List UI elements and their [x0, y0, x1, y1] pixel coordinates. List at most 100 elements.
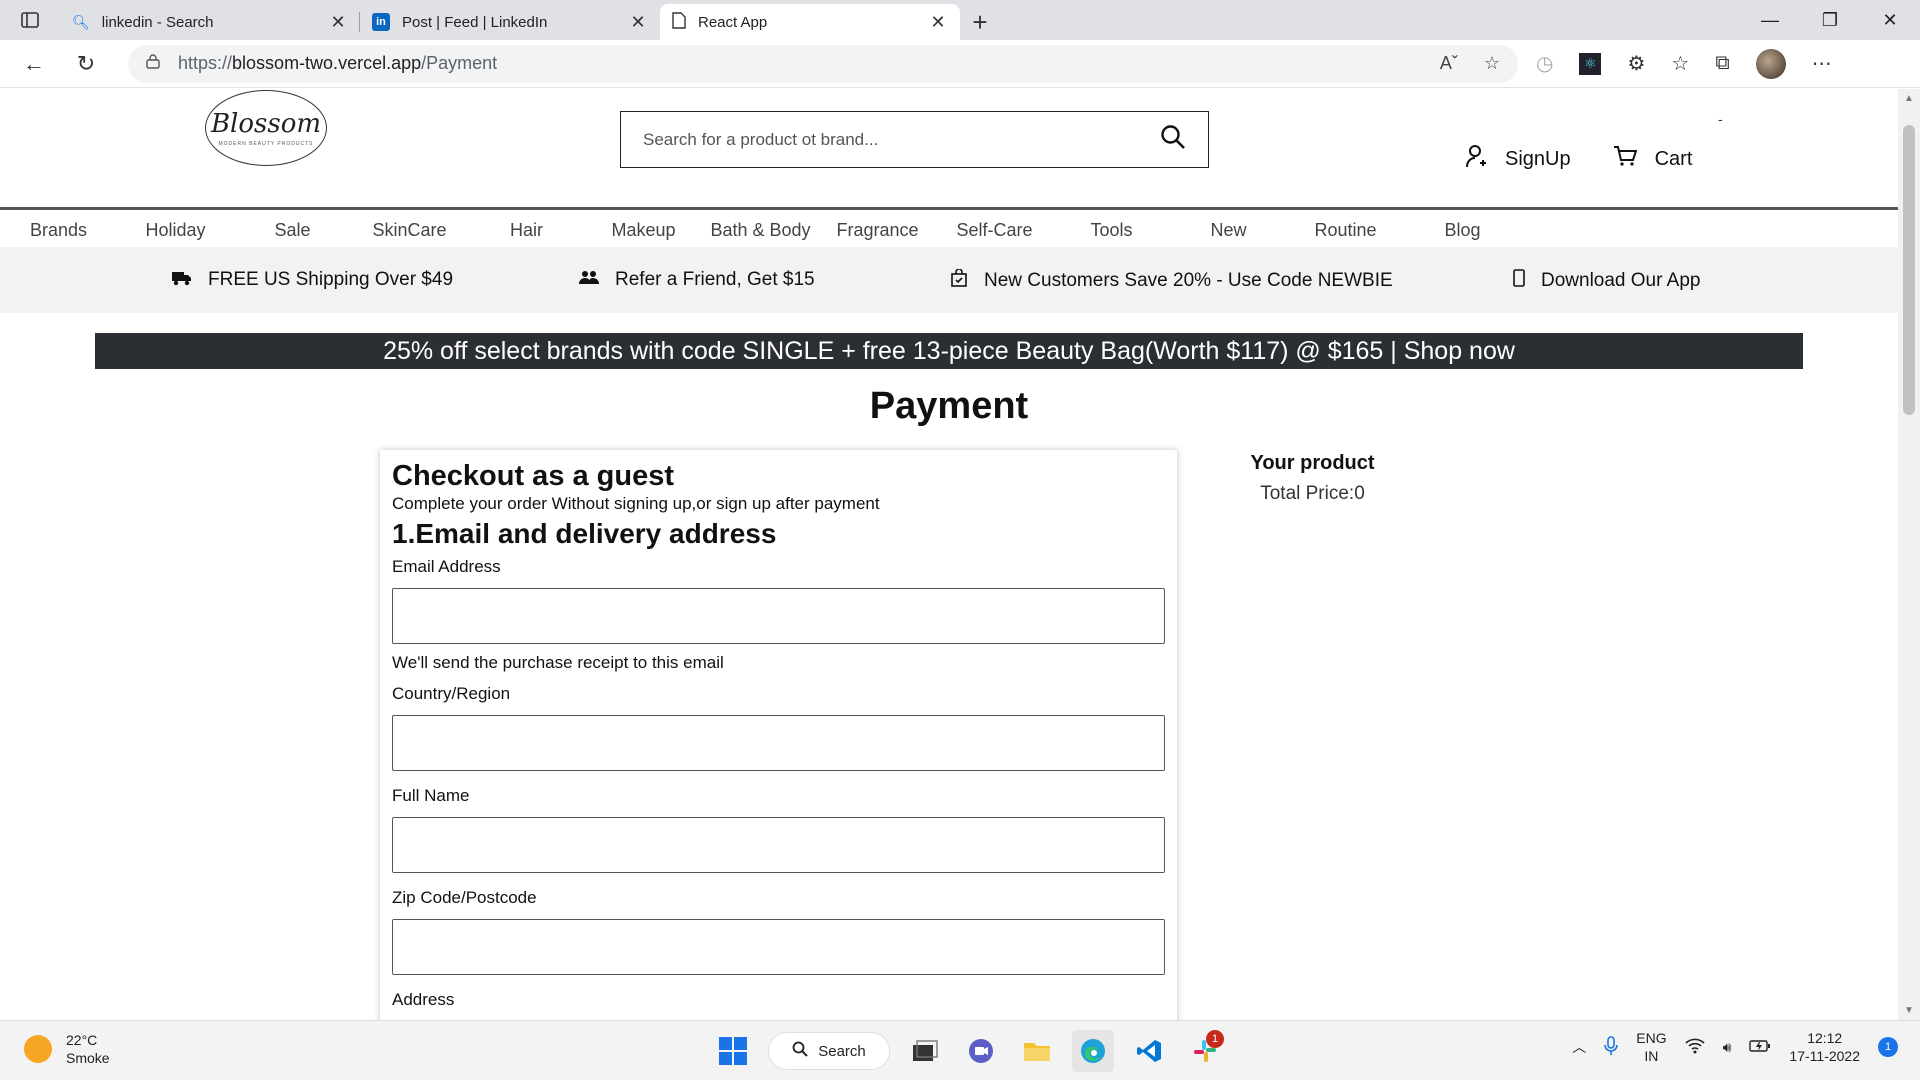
- tab-title: Post | Feed | LinkedIn: [402, 13, 548, 31]
- zip-field[interactable]: [392, 919, 1165, 975]
- back-icon[interactable]: ←: [8, 44, 60, 84]
- profile-avatar[interactable]: [1755, 48, 1786, 79]
- country-label: Country/Region: [392, 684, 511, 703]
- restore-icon[interactable]: ❐: [1800, 0, 1860, 40]
- task-view-icon[interactable]: [904, 1030, 946, 1072]
- nav-item-self-care[interactable]: Self-Care: [936, 220, 1053, 241]
- email-field[interactable]: [392, 588, 1165, 644]
- nav-item-skincare[interactable]: SkinCare: [351, 220, 468, 241]
- cart-icon: [1613, 145, 1637, 173]
- country-field[interactable]: [392, 715, 1165, 771]
- header-dash: -: [1718, 111, 1723, 127]
- full-name-label: Full Name: [392, 786, 470, 805]
- nav-item-bath-body[interactable]: Bath & Body: [702, 220, 819, 241]
- reload-icon[interactable]: ↻: [60, 44, 112, 84]
- taskbar-search[interactable]: Search: [768, 1032, 890, 1070]
- full-name-field[interactable]: [392, 817, 1165, 873]
- logo-text: Blossom: [210, 109, 322, 139]
- new-tab-button[interactable]: +: [960, 4, 1000, 40]
- system-tray: ︿ ENG IN 🔊︎ 12:12 17-11-2022 1: [1572, 1029, 1898, 1065]
- more-icon[interactable]: ⋯: [1812, 51, 1832, 76]
- page-scrollbar[interactable]: ▲ ▼: [1898, 89, 1920, 1020]
- nav-item-holiday[interactable]: Holiday: [117, 220, 234, 241]
- chevron-up-icon[interactable]: ︿: [1572, 1037, 1586, 1057]
- nav-item-routine[interactable]: Routine: [1287, 220, 1404, 241]
- extension-clock-icon[interactable]: ◷: [1536, 51, 1553, 76]
- total-price: Total Price:0: [1260, 483, 1365, 504]
- checkout-form: Checkout as a guest Complete your order …: [380, 450, 1177, 1020]
- perk-shipping[interactable]: FREE US Shipping Over $49: [172, 269, 453, 291]
- perk-new-customers[interactable]: New Customers Save 20% - Use Code NEWBIE: [950, 268, 1393, 292]
- close-icon[interactable]: ✕: [628, 12, 648, 33]
- language-code: ENG: [1636, 1030, 1667, 1046]
- email-label: Email Address: [392, 557, 501, 576]
- read-aloud-icon[interactable]: Aˇ: [1440, 53, 1458, 74]
- close-icon[interactable]: ✕: [328, 12, 348, 33]
- scroll-down-icon[interactable]: ▼: [1898, 1005, 1920, 1016]
- clock[interactable]: 12:12 17-11-2022: [1789, 1029, 1860, 1065]
- start-button[interactable]: [712, 1030, 754, 1072]
- signup-button[interactable]: SignUp: [1465, 144, 1571, 174]
- nav-item-makeup[interactable]: Makeup: [585, 220, 702, 241]
- perk-download-app[interactable]: Download Our App: [1513, 269, 1701, 292]
- file-explorer-icon[interactable]: [1016, 1030, 1058, 1072]
- address-bar: ← ↻ https://blossom-two.vercel.app/Payme…: [0, 40, 1920, 88]
- nav-item-tools[interactable]: Tools: [1053, 220, 1170, 241]
- windows-taskbar: 22°C Smoke Search 1 ︿ ENG IN 🔊︎ 12:12 17…: [0, 1020, 1920, 1080]
- scrollbar-thumb[interactable]: [1903, 125, 1915, 415]
- teams-chat-icon[interactable]: [960, 1030, 1002, 1072]
- edge-browser-icon[interactable]: [1072, 1030, 1114, 1072]
- nav-item-blog[interactable]: Blog: [1404, 220, 1521, 241]
- vscode-icon[interactable]: [1128, 1030, 1170, 1072]
- signup-label: SignUp: [1505, 147, 1571, 170]
- page-title: Payment: [869, 385, 1029, 427]
- perk-refer[interactable]: Refer a Friend, Get $15: [579, 269, 815, 291]
- minimize-icon[interactable]: —: [1740, 0, 1800, 40]
- summary-title: Your product: [1250, 452, 1375, 474]
- tab-linkedin-feed[interactable]: in Post | Feed | LinkedIn ✕: [360, 4, 660, 40]
- url-field[interactable]: https://blossom-two.vercel.app/Payment A…: [128, 44, 1518, 83]
- url-host: blossom-two.vercel.app: [232, 53, 422, 73]
- promo-banner[interactable]: 25% off select brands with code SINGLE +…: [95, 333, 1803, 369]
- slack-icon[interactable]: 1: [1184, 1030, 1226, 1072]
- collections-icon[interactable]: ⧉: [1715, 52, 1729, 75]
- temperature: 22°C: [66, 1032, 98, 1048]
- region-code: IN: [1644, 1048, 1659, 1064]
- close-window-icon[interactable]: ✕: [1860, 0, 1920, 40]
- cart-label: Cart: [1654, 147, 1693, 170]
- nav-item-fragrance[interactable]: Fragrance: [819, 220, 936, 241]
- weather-condition: Smoke: [66, 1050, 110, 1066]
- search-input[interactable]: [643, 129, 1160, 150]
- url-path: /Payment: [421, 53, 498, 73]
- wifi-icon[interactable]: [1685, 1038, 1705, 1057]
- date: 17-11-2022: [1789, 1048, 1860, 1064]
- site-header: Blossom MODERN BEAUTY PRODUCTS - SignUp …: [0, 89, 1898, 207]
- scroll-up-icon[interactable]: ▲: [1898, 93, 1920, 104]
- react-devtools-icon[interactable]: ⚛: [1579, 52, 1602, 75]
- linkedin-icon: in: [372, 13, 390, 31]
- nav-item-brands[interactable]: Brands: [0, 220, 117, 241]
- search-icon[interactable]: [1160, 124, 1186, 155]
- search-icon: 🔍︎: [72, 13, 90, 30]
- tab-linkedin-search[interactable]: 🔍︎ linkedin - Search ✕: [60, 4, 360, 40]
- notification-count[interactable]: 1: [1878, 1037, 1898, 1057]
- battery-icon[interactable]: [1749, 1039, 1771, 1056]
- checkout-title: Checkout as a guest: [392, 460, 675, 492]
- tab-actions-icon[interactable]: [0, 0, 60, 40]
- tab-title: linkedin - Search: [101, 13, 214, 31]
- extensions-icon[interactable]: ⚙: [1627, 51, 1645, 76]
- add-favorite-icon[interactable]: ☆: [1484, 53, 1500, 74]
- nav-item-new[interactable]: New: [1170, 220, 1287, 241]
- volume-icon[interactable]: 🔊︎: [1723, 1039, 1732, 1056]
- nav-item-sale[interactable]: Sale: [234, 220, 351, 241]
- cart-button[interactable]: Cart: [1613, 145, 1693, 173]
- perk-text: New Customers Save 20% - Use Code NEWBIE: [984, 269, 1393, 291]
- tab-react-app[interactable]: React App ✕: [660, 4, 960, 40]
- blossom-logo[interactable]: Blossom MODERN BEAUTY PRODUCTS: [205, 90, 327, 166]
- nav-item-hair[interactable]: Hair: [468, 220, 585, 241]
- microphone-icon[interactable]: [1604, 1035, 1619, 1059]
- favorites-icon[interactable]: ☆: [1671, 51, 1689, 76]
- language-indicator[interactable]: ENG IN: [1636, 1029, 1666, 1065]
- weather-widget[interactable]: 22°C Smoke: [24, 1031, 110, 1067]
- close-icon[interactable]: ✕: [928, 12, 948, 33]
